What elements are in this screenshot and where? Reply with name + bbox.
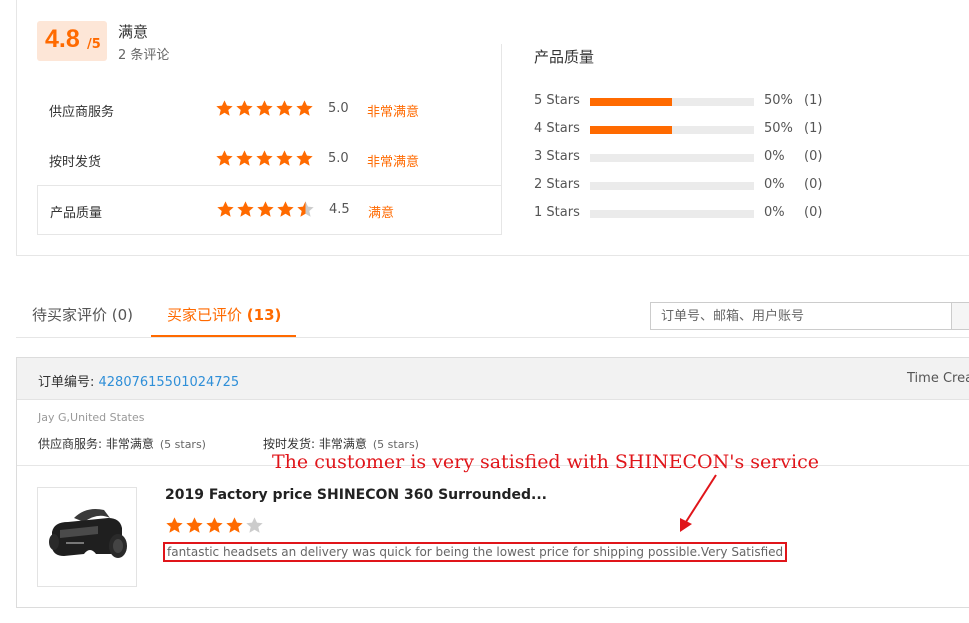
summary-divider: [501, 44, 502, 234]
tab-count: (13): [246, 306, 282, 324]
star-icon: [256, 100, 273, 116]
distribution-count: (0): [804, 177, 823, 192]
tab-label: 买家已评价: [167, 306, 247, 324]
star-icon: [276, 100, 293, 116]
satisfaction-label: 满意: [118, 23, 149, 41]
distribution-row: 4 Stars 50% (1): [534, 120, 834, 138]
tab-buyer-reviewed[interactable]: 买家已评价 (13): [167, 304, 281, 325]
distribution-row: 5 Stars 50% (1): [534, 92, 834, 110]
star-icon: [246, 517, 263, 533]
star-icon: [216, 150, 233, 166]
distribution-title: 产品质量: [534, 48, 595, 66]
distribution-label: 1 Stars: [534, 205, 580, 220]
review-star-rating: [165, 516, 264, 535]
rating-level: 非常满意: [367, 105, 420, 120]
annotation-text: The customer is very satisfied with SHIN…: [272, 451, 820, 473]
rating-label: 按时发货: [49, 155, 102, 170]
distribution-count: (0): [804, 149, 823, 164]
order-review-card: 订单编号: 42807615501024725 Time Crea Jay G,…: [16, 357, 969, 608]
star-icon: [276, 150, 293, 166]
distribution-bar: [590, 98, 754, 106]
rating-label: 产品质量: [50, 206, 103, 221]
star-icon: [296, 100, 313, 116]
buyer-info: Jay G,United States: [38, 411, 145, 424]
distribution-row: 3 Stars 0% (0): [534, 148, 834, 166]
star-icon: [216, 100, 233, 116]
star-rating: [216, 200, 315, 220]
order-label-text: 订单编号:: [38, 375, 99, 390]
star-icon: [296, 150, 313, 166]
active-tab-indicator: [151, 335, 296, 337]
tab-pending-buyer-review[interactable]: 待买家评价 (0): [32, 304, 133, 325]
star-icon: [226, 517, 243, 533]
distribution-count: (1): [804, 121, 823, 136]
distribution-label: 2 Stars: [534, 177, 580, 192]
distribution-bar: [590, 154, 754, 162]
distribution-percent: 50%: [764, 93, 793, 108]
review-count: 2 条评论: [118, 48, 170, 63]
star-icon: [186, 517, 203, 533]
distribution-percent: 50%: [764, 121, 793, 136]
rating-level: 满意: [368, 206, 395, 221]
star-icon: [256, 150, 273, 166]
star-icon: [236, 150, 253, 166]
supplier-service-text: 供应商服务: 非常满意: [38, 437, 154, 451]
annotation-arrow-icon: [680, 474, 717, 532]
distribution-percent: 0%: [764, 177, 785, 192]
distribution-label: 5 Stars: [534, 93, 580, 108]
order-header: 订单编号: 42807615501024725 Time Crea: [17, 358, 969, 400]
star-icon: [166, 517, 183, 533]
time-created-label: Time Crea: [907, 371, 969, 386]
star-icon: [206, 517, 223, 533]
star-icon: [257, 201, 274, 217]
supplier-service-rating: 供应商服务: 非常满意 (5 stars): [38, 435, 206, 452]
shipping-rating-text: 按时发货: 非常满意: [263, 437, 367, 451]
star-rating: [215, 149, 314, 169]
search-input[interactable]: [650, 302, 952, 330]
rating-row-on-time-shipping[interactable]: 按时发货 5.0 非常满意: [37, 135, 502, 185]
review-text: fantastic headsets an delivery was quick…: [163, 542, 788, 562]
distribution-row: 1 Stars 0% (0): [534, 204, 834, 222]
distribution-bar: [590, 182, 754, 190]
distribution-row: 2 Stars 0% (0): [534, 176, 834, 194]
rating-score: 5.0: [328, 151, 349, 166]
distribution-count: (1): [804, 93, 823, 108]
overall-score-max: /5: [87, 37, 101, 52]
distribution-bar: [590, 210, 754, 218]
supplier-service-stars: (5 stars): [159, 438, 206, 451]
overall-score: 4.8: [45, 25, 80, 53]
distribution-bar: [590, 126, 754, 134]
star-icon: [277, 201, 294, 217]
rating-row-product-quality[interactable]: 产品质量 4.5 满意: [37, 185, 502, 235]
product-title-link[interactable]: 2019 Factory price SHINECON 360 Surround…: [165, 487, 547, 503]
shipping-rating: 按时发货: 非常满意 (5 stars): [263, 435, 419, 452]
shipping-rating-stars: (5 stars): [372, 438, 419, 451]
product-thumbnail[interactable]: [37, 487, 137, 587]
star-icon: [217, 201, 234, 217]
order-number-label: 订单编号: 42807615501024725: [38, 371, 239, 390]
rating-score: 5.0: [328, 101, 349, 116]
star-icon: [237, 201, 254, 217]
star-icon: [236, 100, 253, 116]
distribution-bar-fill: [590, 126, 672, 134]
order-number-link[interactable]: 42807615501024725: [99, 375, 240, 390]
rating-label: 供应商服务: [49, 105, 115, 120]
distribution-percent: 0%: [764, 149, 785, 164]
star-rating: [215, 99, 314, 119]
distribution-label: 4 Stars: [534, 121, 580, 136]
distribution-bar-fill: [590, 98, 672, 106]
rating-level: 非常满意: [367, 155, 420, 170]
search-button[interactable]: [952, 302, 969, 330]
rating-score: 4.5: [329, 202, 350, 217]
distribution-percent: 0%: [764, 205, 785, 220]
rating-row-supplier-service[interactable]: 供应商服务 5.0 非常满意: [37, 85, 502, 135]
star-icon: [297, 201, 314, 217]
overall-score-badge: 4.8 /5: [37, 21, 107, 61]
distribution-count: (0): [804, 205, 823, 220]
vr-headset-image: [49, 509, 127, 558]
distribution-label: 3 Stars: [534, 149, 580, 164]
